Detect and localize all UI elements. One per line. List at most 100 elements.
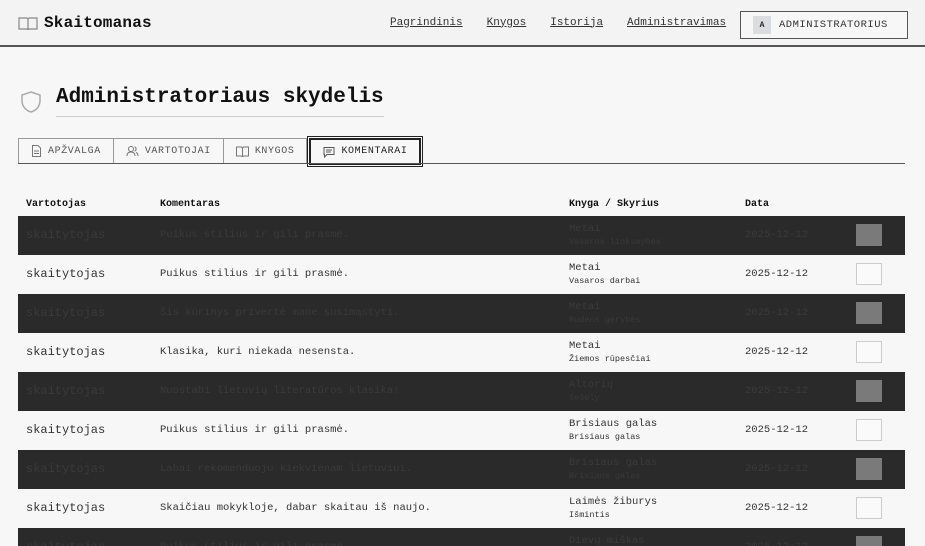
book-title: Metai [569,262,601,274]
book-icon [18,16,38,30]
table-row: skaitytojas Puikus stilius ir gili prasmė… [18,411,905,450]
comment-text: Klasika, kuri niekada nesensta. [160,346,356,358]
nav-link-history[interactable]: Istorija [550,17,603,29]
column-header-date: Data [745,198,770,210]
admin-tabs: APŽVALGA VARTOTOJAI KNYGOS KOMENTARAI [18,136,424,167]
comment-user: skaitytojas [26,384,106,398]
tab-label: VARTOTOJAI [144,145,211,157]
comment-icon [323,146,335,158]
comment-text: Puikus stilius ir gili prasmė. [160,229,350,241]
comment-date: 2025-12-12 [745,268,809,280]
book-icon [235,146,249,157]
nav-link-admin[interactable]: Administravimas [627,17,726,29]
row-action-button[interactable] [856,341,882,363]
tab-label: APŽVALGA [48,145,101,157]
tabs-divider [18,163,905,164]
comment-book: Brisiaus galas Brisiaus galas [569,457,657,481]
comments-table-body: skaitytojas Puikus stilius ir gili prasmė… [18,216,905,546]
top-navigation-bar: Skaitomanas Pagrindinis Knygos Istorija … [0,0,925,47]
column-header-book: Knyga / Skyrius [569,198,660,210]
comment-user: skaitytojas [26,345,106,359]
chapter-title: Išmintis [569,510,610,520]
table-row: skaitytojas Puikus stilius ir gili prasmė… [18,216,905,255]
document-icon [32,145,41,157]
table-row: skaitytojas Klasika, kuri niekada nesenst… [18,333,905,372]
comment-book: Altorių šešėly [569,379,613,403]
avatar: A [753,16,771,34]
comment-user: skaitytojas [26,462,106,476]
comment-text: Skaičiau mokykloje, dabar skaitau iš nau… [160,502,431,514]
comment-date: 2025-12-12 [745,307,809,319]
comment-text: Puikus stilius ir gili prasmė. [160,268,350,280]
comment-date: 2025-12-12 [745,502,809,514]
users-icon [126,146,139,157]
page-header: Administratoriaus skydelis [20,86,384,117]
shield-icon [21,90,41,113]
comment-date: 2025-12-12 [745,424,809,436]
comment-user: skaitytojas [26,540,105,546]
book-title: Metai [569,340,601,352]
book-title: Brisiaus galas [569,457,658,469]
brand[interactable]: Skaitomanas [18,14,152,32]
row-action-button[interactable] [856,380,882,402]
comment-book: Brisiaus galas Brisiaus galas [569,418,657,442]
comment-date: 2025-12-12 [745,346,809,358]
comment-user: skaitytojas [26,267,106,281]
chapter-title: Vasaros linksmybės [569,237,661,247]
book-title: Altorių [569,379,614,391]
comment-date: 2025-12-12 [745,541,808,546]
comment-text: Puikus stilius ir gili prasmė. [160,424,350,436]
tab-users[interactable]: VARTOTOJAI [112,138,224,164]
row-action-button[interactable] [856,536,882,546]
row-action-button[interactable] [856,263,882,285]
comment-text: Nuostabi lietuvių literatūros klasika! [160,385,400,397]
book-title: Brisiaus galas [569,418,658,430]
book-title: Dievų miškas [569,535,645,546]
table-row: skaitytojas Labai rekomenduoju kiekvienam… [18,450,905,489]
tab-comments[interactable]: KOMENTARAI [307,136,424,167]
comment-user: skaitytojas [26,306,106,320]
book-title: Metai [569,301,601,313]
comment-book: Metai Žiemos rūpesčiai [569,340,651,364]
table-row: skaitytojas Skaičiau mokykloje, dabar ska… [18,489,905,528]
comment-book: Laimės žiburys Išmintis [569,496,657,520]
comment-book: Metai Vasaros darbai [569,262,640,286]
row-action-button[interactable] [856,497,882,519]
comment-date: 2025-12-12 [745,229,809,241]
row-action-button[interactable] [856,419,882,441]
column-header-comment: Komentaras [160,198,221,210]
user-menu-button[interactable]: A ADMINISTRATORIUS [740,11,908,39]
main-nav: Pagrindinis Knygos Istorija Administravi… [390,0,750,45]
table-row: skaitytojas Nuostabi lietuvių literatūros… [18,372,905,411]
row-action-button[interactable] [856,302,882,324]
table-row: skaitytojas Šis kūrinys privertė mane sus… [18,294,905,333]
row-action-button[interactable] [856,224,882,246]
chapter-title: šešėly [569,393,600,403]
book-title: Metai [569,223,601,235]
nav-link-home[interactable]: Pagrindinis [390,17,463,29]
brand-name: Skaitomanas [44,13,152,32]
user-name: ADMINISTRATORIUS [779,19,888,31]
chapter-title: Brisiaus galas [569,432,641,442]
page-title: Administratoriaus skydelis [56,86,384,117]
tab-books[interactable]: KNYGOS [222,138,308,164]
chapter-title: Brisiaus galas [569,471,641,481]
row-action-button[interactable] [856,458,882,480]
book-title: Laimės žiburys [569,496,658,508]
comment-date: 2025-12-12 [745,385,809,397]
table-row: skaitytojas Puikus stilius ir gili prasmė… [18,255,905,294]
chapter-title: Rudens gėrybės [569,315,641,325]
chapter-title: Žiemos rūpesčiai [569,354,651,364]
comment-book: Metai Vasaros linksmybės [569,223,661,247]
chapter-title: Vasaros darbai [569,276,641,286]
comment-text: Šis kūrinys privertė mane susimąstyti. [160,307,400,319]
tab-label: KNYGOS [254,145,295,157]
tab-label: KOMENTARAI [341,146,408,157]
comment-user: skaitytojas [26,501,106,515]
table-row: skaitytojas Puikus stilius ir gili prasmė… [18,528,905,546]
comment-user: skaitytojas [26,423,106,437]
comment-date: 2025-12-12 [745,463,809,475]
tab-overview[interactable]: APŽVALGA [18,138,114,164]
table-header: Vartotojas Komentaras Knyga / Skyrius Da… [18,193,905,215]
nav-link-books[interactable]: Knygos [487,17,527,29]
